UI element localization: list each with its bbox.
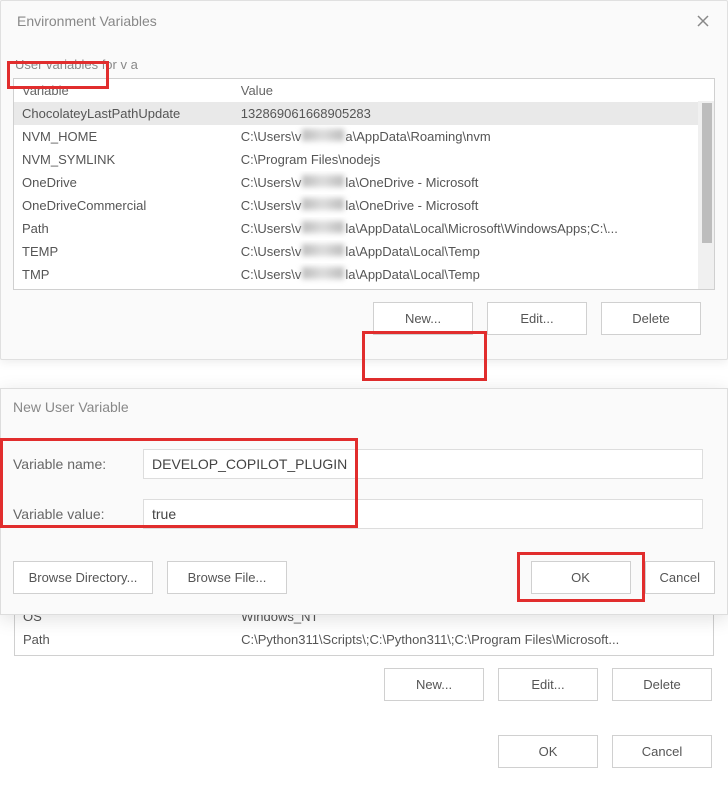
cell-variable: ChocolateyLastPathUpdate (14, 102, 233, 125)
new-button[interactable]: New... (373, 302, 473, 335)
variable-name-label: Variable name: (13, 456, 143, 472)
cell-value: 132869061668905283 (233, 102, 714, 125)
browse-file-button[interactable]: Browse File... (167, 561, 287, 594)
user-vars-buttons: New... Edit... Delete (13, 290, 715, 351)
column-variable[interactable]: Variable (14, 79, 233, 102)
cell-variable: NVM_HOME (14, 125, 233, 148)
cell-value: C:\Program Files\nodejs (233, 148, 714, 171)
cell-value: C:\Users\vla\AppData\Local\Temp (233, 263, 714, 286)
cell-variable: TEMP (14, 240, 233, 263)
variable-name-input[interactable] (143, 449, 703, 479)
delete-button[interactable]: Delete (601, 302, 701, 335)
table-row[interactable]: OneDriveC:\Users\vla\OneDrive - Microsof… (14, 171, 714, 194)
table-row[interactable]: PathC:\Python311\Scripts\;C:\Python311\;… (15, 628, 713, 651)
variable-value-input[interactable] (143, 499, 703, 529)
system-vars-buttons: New... Edit... Delete (0, 656, 728, 717)
variable-name-row: Variable name: (1, 439, 727, 489)
variable-value-row: Variable value: (1, 489, 727, 539)
footer-buttons: OK Cancel (0, 717, 728, 786)
cell-variable: Path (14, 217, 233, 240)
footer-ok-button[interactable]: OK (498, 735, 598, 768)
edit-button[interactable]: Edit... (487, 302, 587, 335)
dialog-title: New User Variable (13, 399, 129, 415)
window-title: Environment Variables (17, 13, 157, 29)
table-row[interactable]: OneDriveCommercialC:\Users\vla\OneDrive … (14, 194, 714, 217)
cell-variable: OneDrive (14, 171, 233, 194)
titlebar: Environment Variables (1, 1, 727, 41)
table-row[interactable]: NVM_SYMLINKC:\Program Files\nodejs (14, 148, 714, 171)
dialog-titlebar: New User Variable (1, 389, 727, 425)
browse-directory-button[interactable]: Browse Directory... (13, 561, 153, 594)
table-row[interactable]: TEMPC:\Users\vla\AppData\Local\Temp (14, 240, 714, 263)
cell-variable: TMP (14, 263, 233, 286)
cell-variable: Path (15, 628, 233, 651)
user-vars-table[interactable]: Variable Value ChocolateyLastPathUpdate1… (13, 78, 715, 290)
cell-value: C:\Users\vla\OneDrive - Microsoft (233, 171, 714, 194)
cell-variable: NVM_SYMLINK (14, 148, 233, 171)
cell-value: C:\Users\vla\AppData\Local\Microsoft\Win… (233, 217, 714, 240)
scrollbar-thumb[interactable] (702, 103, 712, 243)
sys-delete-button[interactable]: Delete (612, 668, 712, 701)
sys-new-button[interactable]: New... (384, 668, 484, 701)
cell-value: C:\Python311\Scripts\;C:\Python311\;C:\P… (233, 628, 713, 651)
footer-cancel-button[interactable]: Cancel (612, 735, 712, 768)
cell-variable: OneDriveCommercial (14, 194, 233, 217)
variable-value-label: Variable value: (13, 506, 143, 522)
dialog-cancel-button[interactable]: Cancel (645, 561, 715, 594)
cell-value: C:\Users\vla\AppData\Local\Temp (233, 240, 714, 263)
new-user-variable-dialog: New User Variable Variable name: Variabl… (0, 388, 728, 615)
table-row[interactable]: TMPC:\Users\vla\AppData\Local\Temp (14, 263, 714, 286)
scrollbar[interactable] (698, 101, 714, 289)
sys-edit-button[interactable]: Edit... (498, 668, 598, 701)
close-icon[interactable] (689, 9, 717, 33)
user-vars-label: User variables for v a (13, 55, 140, 74)
table-row[interactable]: NVM_HOMEC:\Users\va\AppData\Roaming\nvm (14, 125, 714, 148)
user-variables-group: User variables for v a Variable Value Ch… (13, 55, 715, 351)
table-row[interactable]: PathC:\Users\vla\AppData\Local\Microsoft… (14, 217, 714, 240)
column-value[interactable]: Value (233, 79, 714, 102)
cell-value: C:\Users\va\AppData\Roaming\nvm (233, 125, 714, 148)
table-header: Variable Value (14, 79, 714, 102)
table-row[interactable]: ChocolateyLastPathUpdate1328690616689052… (14, 102, 714, 125)
cell-value: C:\Users\vla\OneDrive - Microsoft (233, 194, 714, 217)
dialog-ok-button[interactable]: OK (531, 561, 631, 594)
